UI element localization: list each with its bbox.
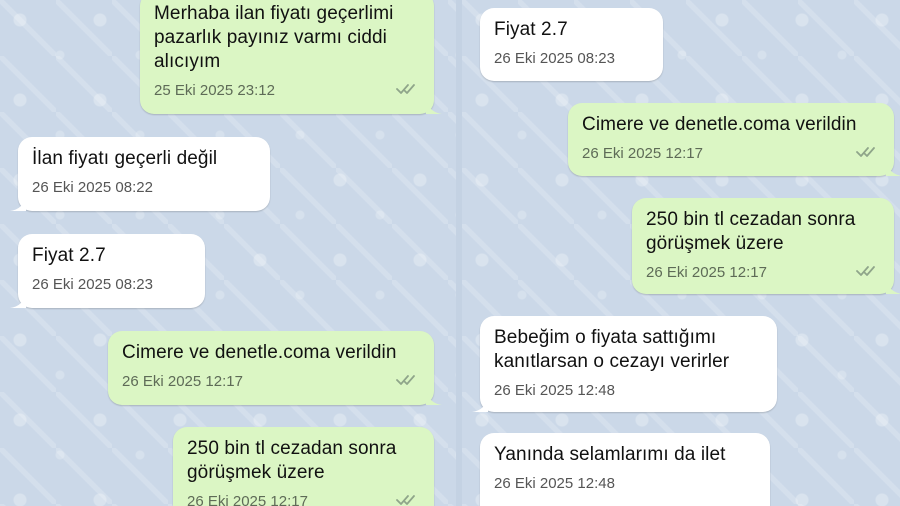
message-timestamp: 26 Eki 2025 08:22 bbox=[32, 179, 153, 196]
double-check-icon bbox=[396, 84, 415, 94]
message-bubble-outgoing[interactable]: 250 bin tl cezadan sonra görüşmek üzere … bbox=[173, 427, 434, 506]
message-text: Yanında selamlarımı da ilet bbox=[494, 444, 726, 465]
message-bubble-outgoing[interactable]: 250 bin tl cezadan sonra görüşmek üzere … bbox=[632, 198, 900, 294]
message-bubble-incoming[interactable]: Fiyat 2.7 26 Eki 2025 08:23 bbox=[480, 8, 663, 81]
bubble-tail bbox=[886, 278, 900, 294]
message-bubble-outgoing[interactable]: Merhaba ilan fiyatı geçerlimi pazarlık p… bbox=[140, 0, 442, 114]
message-meta: 26 Eki 2025 12:17 bbox=[582, 144, 880, 164]
message-text: Bebeğim o fiyata sattığımı kanıtlarsan o… bbox=[494, 327, 730, 372]
message-text: 250 bin tl cezadan sonra görüşmek üzere bbox=[646, 209, 856, 254]
message-bubble-incoming[interactable]: Yanında selamlarımı da ilet 26 Eki 2025 … bbox=[480, 433, 770, 506]
message-timestamp: 26 Eki 2025 08:23 bbox=[494, 50, 615, 67]
double-check-icon bbox=[396, 375, 415, 385]
chat-panel-left: Merhaba ilan fiyatı geçerlimi pazarlık p… bbox=[0, 0, 456, 506]
message-meta: 26 Eki 2025 12:17 bbox=[646, 263, 880, 283]
double-check-icon bbox=[856, 147, 875, 157]
bubble-tail bbox=[10, 195, 26, 211]
chat-panel-right: Fiyat 2.7 26 Eki 2025 08:23 Cimere ve de… bbox=[462, 0, 900, 506]
message-meta: 25 Eki 2025 23:12 bbox=[154, 81, 420, 101]
message-bubble-incoming[interactable]: Bebeğim o fiyata sattığımı kanıtlarsan o… bbox=[472, 316, 777, 412]
message-meta: 26 Eki 2025 12:17 bbox=[122, 372, 420, 392]
message-text: Fiyat 2.7 bbox=[494, 19, 568, 40]
message-meta: 26 Eki 2025 12:17 bbox=[187, 492, 420, 506]
double-check-icon bbox=[856, 266, 875, 276]
message-text: Fiyat 2.7 bbox=[32, 245, 106, 266]
message-text: 250 bin tl cezadan sonra görüşmek üzere bbox=[187, 438, 397, 483]
bubble-tail bbox=[886, 160, 900, 176]
message-timestamp: 26 Eki 2025 12:48 bbox=[494, 382, 615, 399]
message-bubble-outgoing[interactable]: Cimere ve denetle.coma verildin 26 Eki 2… bbox=[108, 331, 442, 405]
message-text: Cimere ve denetle.coma verildin bbox=[582, 114, 857, 135]
bubble-tail bbox=[426, 98, 442, 114]
message-text: Cimere ve denetle.coma verildin bbox=[122, 342, 397, 363]
message-timestamp: 26 Eki 2025 12:17 bbox=[646, 264, 767, 281]
message-bubble-incoming[interactable]: İlan fiyatı geçerli değil 26 Eki 2025 08… bbox=[10, 137, 270, 211]
message-timestamp: 26 Eki 2025 12:17 bbox=[582, 145, 703, 162]
message-timestamp: 26 Eki 2025 12:17 bbox=[187, 493, 308, 506]
bubble-tail bbox=[472, 396, 488, 412]
message-meta: 26 Eki 2025 08:22 bbox=[32, 178, 256, 198]
bubble-tail bbox=[426, 389, 442, 405]
message-text: Merhaba ilan fiyatı geçerlimi pazarlık p… bbox=[154, 3, 394, 72]
message-meta: 26 Eki 2025 12:48 bbox=[494, 474, 756, 494]
message-timestamp: 26 Eki 2025 08:23 bbox=[32, 276, 153, 293]
message-meta: 26 Eki 2025 08:23 bbox=[494, 49, 649, 69]
message-timestamp: 26 Eki 2025 12:17 bbox=[122, 373, 243, 390]
message-bubble-outgoing[interactable]: Cimere ve denetle.coma verildin 26 Eki 2… bbox=[568, 103, 900, 176]
message-timestamp: 26 Eki 2025 12:48 bbox=[494, 475, 615, 492]
message-text: İlan fiyatı geçerli değil bbox=[32, 148, 218, 169]
message-meta: 26 Eki 2025 08:23 bbox=[32, 275, 191, 295]
message-meta: 26 Eki 2025 12:48 bbox=[494, 381, 763, 401]
double-check-icon bbox=[396, 495, 415, 505]
bubble-tail bbox=[10, 292, 26, 308]
message-timestamp: 25 Eki 2025 23:12 bbox=[154, 82, 275, 99]
message-bubble-incoming[interactable]: Fiyat 2.7 26 Eki 2025 08:23 bbox=[10, 234, 205, 308]
